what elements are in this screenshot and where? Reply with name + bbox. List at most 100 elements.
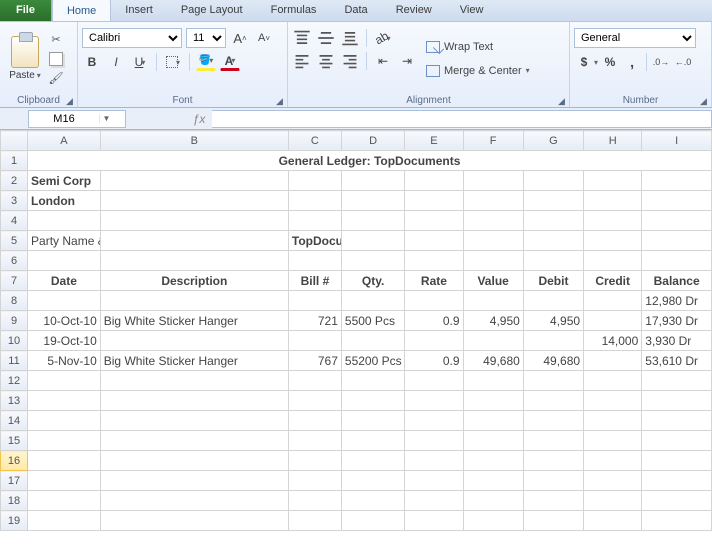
wrap-text-button[interactable]: Wrap Text xyxy=(421,36,535,58)
cell-A16[interactable] xyxy=(28,451,101,471)
cell-C16[interactable] xyxy=(288,451,341,471)
cell-D7[interactable]: Qty. xyxy=(341,271,404,291)
cell-C7[interactable]: Bill # xyxy=(288,271,341,291)
cell-A3[interactable]: London xyxy=(28,191,101,211)
file-tab[interactable]: File xyxy=(0,0,52,21)
align-left-button[interactable] xyxy=(292,51,312,71)
cell-G15[interactable] xyxy=(523,431,583,451)
cell-A12[interactable] xyxy=(28,371,101,391)
cell-A4[interactable] xyxy=(28,211,101,231)
alignment-dialog-launcher[interactable]: ◢ xyxy=(556,96,567,107)
cell-A19[interactable] xyxy=(28,511,101,531)
fx-icon[interactable]: ƒx xyxy=(186,112,212,126)
cell-F6[interactable] xyxy=(463,251,523,271)
cell-B17[interactable] xyxy=(100,471,288,491)
cell-G11[interactable]: 49,680 xyxy=(523,351,583,371)
row-header-17[interactable]: 17 xyxy=(1,471,28,491)
cell-B13[interactable] xyxy=(100,391,288,411)
shrink-font-button[interactable]: A˅ xyxy=(254,28,274,48)
cell-F13[interactable] xyxy=(463,391,523,411)
row-header-2[interactable]: 2 xyxy=(1,171,28,191)
align-center-button[interactable] xyxy=(316,51,336,71)
cell-I12[interactable] xyxy=(642,371,712,391)
cell-C14[interactable] xyxy=(288,411,341,431)
row-header-19[interactable]: 19 xyxy=(1,511,28,531)
cell-E16[interactable] xyxy=(405,451,463,471)
cell-B18[interactable] xyxy=(100,491,288,511)
cell-G6[interactable] xyxy=(523,251,583,271)
cell-H3[interactable] xyxy=(584,191,642,211)
font-size-select[interactable]: 11 xyxy=(186,28,226,48)
cell-G19[interactable] xyxy=(523,511,583,531)
cell-H16[interactable] xyxy=(584,451,642,471)
decrease-decimal-button[interactable] xyxy=(673,52,693,72)
tab-data[interactable]: Data xyxy=(330,0,381,21)
cell-H19[interactable] xyxy=(584,511,642,531)
number-format-select[interactable]: General xyxy=(574,28,696,48)
cell-G7[interactable]: Debit xyxy=(523,271,583,291)
cell-C15[interactable] xyxy=(288,431,341,451)
col-header-I[interactable]: I xyxy=(642,131,712,151)
cell-G3[interactable] xyxy=(523,191,583,211)
row-header-3[interactable]: 3 xyxy=(1,191,28,211)
cell-B12[interactable] xyxy=(100,371,288,391)
percent-format-button[interactable] xyxy=(600,52,620,72)
cell-F4[interactable] xyxy=(463,211,523,231)
accounting-format-button[interactable] xyxy=(574,52,594,72)
cell-I11[interactable]: 53,610 Dr xyxy=(642,351,712,371)
cell-G14[interactable] xyxy=(523,411,583,431)
cell-A13[interactable] xyxy=(28,391,101,411)
cell-A10[interactable]: 19-Oct-10 xyxy=(28,331,101,351)
merge-center-button[interactable]: Merge & Center▾ xyxy=(421,60,535,82)
cell-A5[interactable]: Party Name & Address: xyxy=(28,231,101,251)
cell-H17[interactable] xyxy=(584,471,642,491)
row-header-14[interactable]: 14 xyxy=(1,411,28,431)
cell-C18[interactable] xyxy=(288,491,341,511)
cell-F15[interactable] xyxy=(463,431,523,451)
row-header-4[interactable]: 4 xyxy=(1,211,28,231)
formula-bar[interactable] xyxy=(212,110,712,128)
cell-H10[interactable]: 14,000 xyxy=(584,331,642,351)
cell-A15[interactable] xyxy=(28,431,101,451)
cell-G9[interactable]: 4,950 xyxy=(523,311,583,331)
cell-D19[interactable] xyxy=(341,511,404,531)
cell-I3[interactable] xyxy=(642,191,712,211)
cell-I15[interactable] xyxy=(642,431,712,451)
tab-insert[interactable]: Insert xyxy=(111,0,167,21)
cell-G13[interactable] xyxy=(523,391,583,411)
cell-C5[interactable]: TopDocuments, Leeds, UK xyxy=(288,231,341,251)
cell-A18[interactable] xyxy=(28,491,101,511)
cell-I13[interactable] xyxy=(642,391,712,411)
cell-F16[interactable] xyxy=(463,451,523,471)
font-family-select[interactable]: Calibri xyxy=(82,28,182,48)
col-header-E[interactable]: E xyxy=(405,131,463,151)
cell-B3[interactable] xyxy=(100,191,288,211)
copy-button[interactable] xyxy=(48,51,64,67)
cell-F10[interactable] xyxy=(463,331,523,351)
row-header-13[interactable]: 13 xyxy=(1,391,28,411)
increase-indent-button[interactable] xyxy=(397,51,417,71)
cell-E9[interactable]: 0.9 xyxy=(405,311,463,331)
row-header-16[interactable]: 16 xyxy=(1,451,28,471)
cell-D10[interactable] xyxy=(341,331,404,351)
cell-D14[interactable] xyxy=(341,411,404,431)
font-dialog-launcher[interactable]: ◢ xyxy=(274,96,285,107)
col-header-F[interactable]: F xyxy=(463,131,523,151)
cell-B14[interactable] xyxy=(100,411,288,431)
cell-B8[interactable] xyxy=(100,291,288,311)
col-header-G[interactable]: G xyxy=(523,131,583,151)
cell-E10[interactable] xyxy=(405,331,463,351)
cell-C9[interactable]: 721 xyxy=(288,311,341,331)
cell-G12[interactable] xyxy=(523,371,583,391)
row-header-9[interactable]: 9 xyxy=(1,311,28,331)
row-header-11[interactable]: 11 xyxy=(1,351,28,371)
bold-button[interactable]: B xyxy=(82,52,102,72)
cell-D2[interactable] xyxy=(341,171,404,191)
cell-B5[interactable] xyxy=(100,231,288,251)
cell-F19[interactable] xyxy=(463,511,523,531)
cell-A8[interactable] xyxy=(28,291,101,311)
grid[interactable]: A B C D E F G H I 1General Ledger: TopDo… xyxy=(0,130,712,531)
cell-G18[interactable] xyxy=(523,491,583,511)
name-box-input[interactable] xyxy=(29,113,99,125)
cell-F11[interactable]: 49,680 xyxy=(463,351,523,371)
